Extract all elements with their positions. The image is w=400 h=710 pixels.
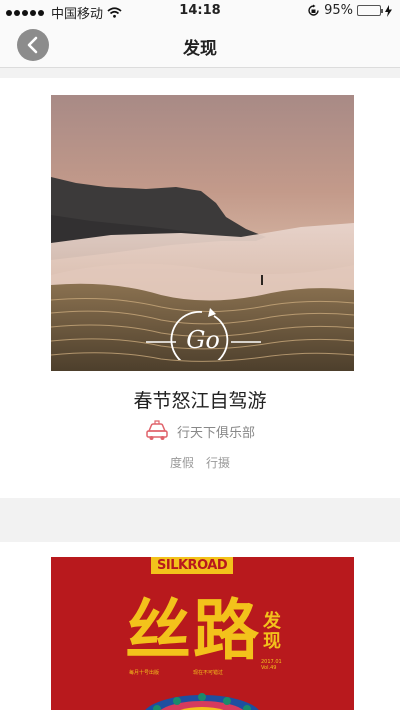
- trip-card[interactable]: Go 春节怒江自驾游 行天下俱乐部 度假 行摄: [0, 78, 400, 498]
- status-bar: 中国移动 14:18 95%: [0, 0, 400, 22]
- battery-percent: 95%: [324, 3, 353, 18]
- club-name: 行天下俱乐部: [176, 425, 255, 441]
- magazine-side-title: 发 现: [263, 612, 281, 652]
- orientation-lock-icon: [308, 4, 319, 16]
- side-title-char: 现: [263, 631, 281, 652]
- status-right: 95%: [307, 3, 392, 18]
- tag-item[interactable]: 行摄: [206, 454, 230, 471]
- fine-print: 现在不可错过: [193, 670, 224, 676]
- tag-list: 度假 行摄: [0, 454, 400, 471]
- battery-icon: [357, 5, 383, 16]
- magazine-title: 丝路: [125, 592, 261, 669]
- trip-cover-image[interactable]: Go: [51, 95, 354, 371]
- club-row[interactable]: 行天下俱乐部: [0, 420, 400, 442]
- fine-print: Vol.49: [261, 665, 277, 671]
- side-title-char: 发: [263, 611, 281, 632]
- magazine-card[interactable]: SILKROAD 丝路 发 现 每月十号出版 现在不可错过 2017.01 Vo…: [0, 542, 400, 710]
- magazine-cover-image[interactable]: SILKROAD 丝路 发 现 每月十号出版 现在不可错过 2017.01 Vo…: [51, 557, 354, 710]
- ornament-icon: [145, 693, 259, 710]
- go-text: Go: [186, 326, 220, 354]
- go-icon[interactable]: Go: [146, 300, 261, 360]
- charging-icon: [385, 4, 392, 17]
- car-icon: [146, 420, 168, 440]
- silkroad-banner: SILKROAD: [151, 557, 234, 574]
- trip-title[interactable]: 春节怒江自驾游: [0, 386, 400, 413]
- nav-bar: 发现: [0, 22, 400, 68]
- tag-item[interactable]: 度假: [170, 454, 194, 471]
- page-title: 发现: [183, 39, 217, 59]
- fine-print: 每月十号出版: [129, 670, 160, 676]
